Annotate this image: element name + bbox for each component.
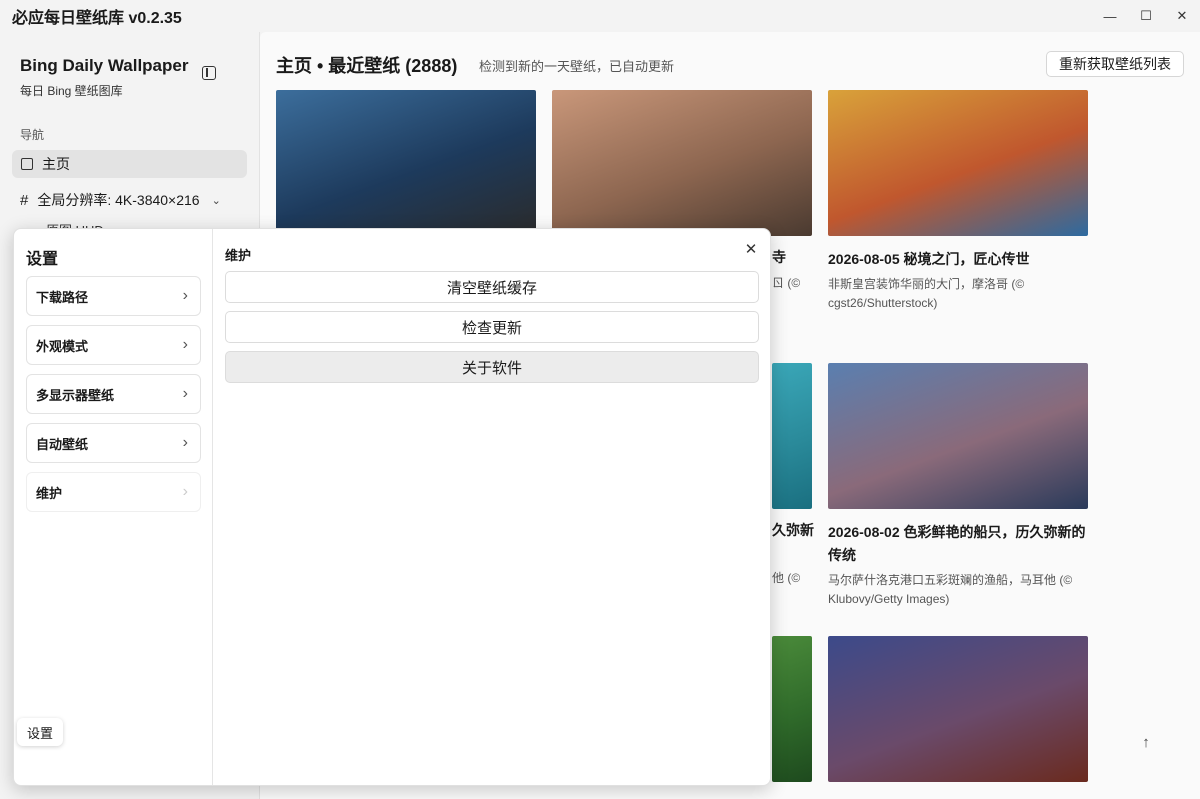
window-controls: — ☐ ✕	[1092, 0, 1200, 32]
clear-cache-button[interactable]: 清空壁纸缓存	[225, 271, 759, 303]
page-title: 主页 • 最近壁纸 (2888)	[276, 56, 458, 76]
settings-menu-download-path[interactable]: 下载路径 ›	[26, 276, 201, 316]
menu-item-label: 下载路径	[36, 289, 89, 305]
wallpaper-thumbnail[interactable]	[828, 90, 1088, 236]
wallpaper-thumbnail[interactable]	[552, 90, 812, 236]
wallpaper-thumbnail[interactable]	[828, 363, 1088, 509]
brand: Bing Daily Wallpaper 每日 Bing 壁纸图库	[20, 56, 188, 99]
app-title: 必应每日壁纸库 v0.2.35	[12, 10, 182, 27]
wallpaper-description: 非斯皇宫装饰华丽的大门，摩洛哥 (© cgst26/Shutterstock)	[828, 277, 1025, 310]
chevron-right-icon: ›	[182, 385, 188, 402]
wallpaper-card[interactable]	[772, 363, 812, 509]
scroll-to-top-button[interactable]: ↑	[1136, 732, 1156, 752]
update-status: 检测到新的一天壁纸，已自动更新	[479, 59, 675, 74]
chevron-down-icon: ⌄	[211, 194, 221, 207]
settings-title: 设置	[26, 251, 59, 268]
settings-menu-multi-monitor[interactable]: 多显示器壁纸 ›	[26, 374, 201, 414]
check-update-button[interactable]: 检查更新	[225, 311, 759, 343]
wallpaper-card[interactable]	[772, 636, 812, 782]
menu-item-label: 自动壁纸	[36, 436, 89, 452]
wallpaper-thumbnail[interactable]	[828, 636, 1088, 782]
wallpaper-card[interactable]: 2026-08-05 秘境之门，匠心传世 非斯皇宫装饰华丽的大门，摩洛哥 (© …	[828, 90, 1088, 313]
wallpaper-card[interactable]	[552, 90, 812, 236]
wallpaper-card[interactable]	[276, 90, 536, 236]
resolution-select[interactable]: # 全局分辨率: 4K-3840×216 ⌄	[12, 186, 247, 214]
chevron-right-icon: ›	[182, 434, 188, 451]
refresh-list-button[interactable]: 重新获取壁纸列表	[1046, 51, 1184, 77]
menu-item-label: 多显示器壁纸	[36, 387, 115, 403]
menu-item-label: 外观模式	[36, 338, 89, 354]
wallpaper-thumbnail[interactable]	[772, 636, 812, 782]
wallpaper-title: 2026-08-02 色彩鲜艳的船只，历久弥新的传统	[828, 524, 1086, 563]
sidebar-item-home[interactable]: 主页	[12, 150, 247, 178]
settings-panel: 维护 ✕ 清空壁纸缓存 检查更新 关于软件	[213, 229, 770, 785]
brand-title: Bing Daily Wallpaper	[20, 56, 189, 75]
wallpaper-description-partial: 他 (©	[772, 571, 801, 585]
section-title: 维护	[225, 248, 252, 263]
settings-menu-maintenance[interactable]: 维护 ›	[26, 472, 201, 512]
hash-icon: #	[20, 191, 29, 209]
chevron-right-icon: ›	[182, 483, 188, 500]
about-button[interactable]: 关于软件	[225, 351, 759, 383]
settings-button[interactable]: 设置	[17, 718, 63, 746]
wallpaper-thumbnail[interactable]	[772, 363, 812, 509]
wallpaper-title-partial: 寺	[772, 249, 786, 265]
resolution-label: 全局分辨率: 4K-3840×216	[37, 192, 200, 208]
menu-item-label: 维护	[36, 485, 63, 501]
nav-section-label: 导航	[20, 128, 45, 142]
close-icon[interactable]: ✕	[743, 241, 759, 258]
wallpaper-card[interactable]: 2026-08-02 色彩鲜艳的船只，历久弥新的传统 马尔萨什洛克港口五彩斑斓的…	[828, 363, 1088, 609]
wallpaper-title: 2026-08-05 秘境之门，匠心传世	[828, 251, 1030, 267]
brand-subtitle: 每日 Bing 壁纸图库	[20, 84, 123, 98]
maximize-button[interactable]: ☐	[1128, 0, 1164, 32]
wallpaper-card[interactable]	[828, 636, 1088, 782]
chevron-right-icon: ›	[182, 336, 188, 353]
settings-dialog: 设置 下载路径 › 外观模式 › 多显示器壁纸 › 自动壁纸 › 维护 › 设置…	[13, 228, 771, 786]
sidebar-item-home-label: 主页	[42, 156, 70, 172]
settings-menu-auto-wallpaper[interactable]: 自动壁纸 ›	[26, 423, 201, 463]
sidebar-collapse-icon[interactable]	[202, 66, 216, 80]
chevron-right-icon: ›	[182, 287, 188, 304]
minimize-button[interactable]: —	[1092, 0, 1128, 32]
wallpaper-description: 马尔萨什洛克港口五彩斑斓的渔船，马耳他 (© Klubovy/Getty Ima…	[828, 573, 1073, 606]
title-bar: 必应每日壁纸库 v0.2.35 — ☐ ✕	[0, 0, 1200, 32]
wallpaper-thumbnail[interactable]	[276, 90, 536, 236]
wallpaper-title-partial: 久弥新	[772, 522, 814, 538]
home-icon	[21, 158, 33, 170]
close-window-button[interactable]: ✕	[1164, 0, 1200, 32]
settings-menu: 设置 下载路径 › 外观模式 › 多显示器壁纸 › 自动壁纸 › 维护 › 设置	[14, 229, 213, 785]
wallpaper-description-partial: ㄖ (©	[772, 276, 801, 290]
settings-menu-appearance[interactable]: 外观模式 ›	[26, 325, 201, 365]
